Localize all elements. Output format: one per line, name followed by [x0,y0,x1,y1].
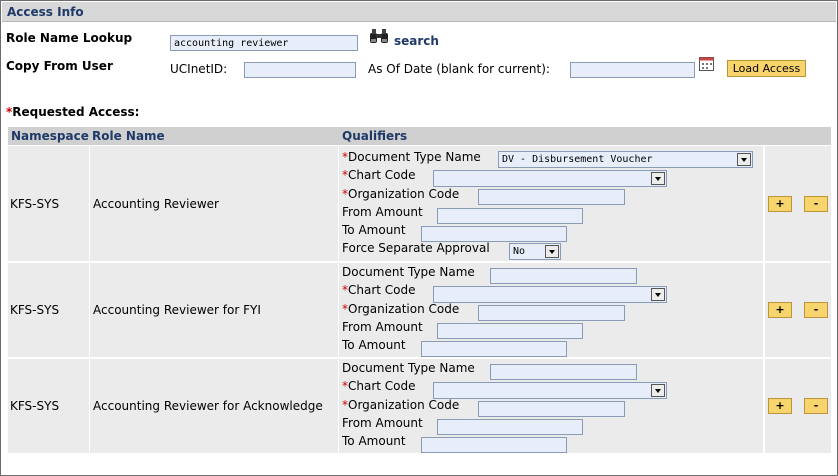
row1-org-code-label: *Organization Code [342,187,460,201]
role-name-input[interactable]: accounting reviewer [170,35,358,51]
row1-to-amount-input[interactable] [421,226,567,242]
ucinetid-label: UCInetID: [170,62,228,76]
row1-remove-button[interactable]: - [804,196,828,212]
row2-org-code-label: *Organization Code [342,302,460,316]
section-title: Access Info [2,2,836,22]
row3-remove-button[interactable]: - [804,398,828,414]
chevron-down-icon [651,288,665,301]
row2-remove-button[interactable]: - [804,302,828,318]
row1-add-button[interactable]: + [768,196,792,212]
row2-doc-type-input[interactable] [490,268,637,284]
row1-org-code-input[interactable] [478,189,625,205]
row1-role-name: Accounting Reviewer [93,197,219,211]
col-header-actions [765,127,831,145]
row3-add-button[interactable]: + [768,398,792,414]
requested-access-label: Requested Access: [12,105,140,119]
row1-force-approval-select[interactable]: No [509,243,561,260]
asof-date-input[interactable] [570,62,695,78]
row3-to-amount-label: To Amount [342,434,406,448]
row2-chart-code-label: *Chart Code [342,283,416,297]
chevron-down-icon [651,172,665,185]
row3-namespace: KFS-SYS [10,399,60,413]
row1-to-amount-label: To Amount [342,223,406,237]
col-header-qualifiers: Qualifiers [339,127,765,145]
row2-chart-code-select[interactable] [433,286,667,303]
row2-to-amount-label: To Amount [342,338,406,352]
row1-doc-type-label: *Document Type Name [342,150,481,164]
row3-org-code-label: *Organization Code [342,398,460,412]
chevron-down-icon [737,153,751,166]
row2-doc-type-label: Document Type Name [342,265,475,279]
chevron-down-icon [651,384,665,397]
row3-doc-type-label: Document Type Name [342,361,475,375]
row1-from-amount-label: From Amount [342,205,423,219]
row1-force-approval-label: Force Separate Approval [342,241,490,255]
load-access-button[interactable]: Load Access [727,60,806,77]
row2-add-button[interactable]: + [768,302,792,318]
copy-from-label: Copy From User [6,59,113,73]
row1-chart-code-select[interactable] [433,170,667,187]
row2-from-amount-input[interactable] [437,323,583,339]
asof-date-label: As Of Date (blank for current): [368,62,550,76]
row3-chart-code-label: *Chart Code [342,379,416,393]
row2-role-name: Accounting Reviewer for FYI [93,303,261,317]
row1-namespace: KFS-SYS [10,197,60,211]
ucinetid-input[interactable] [244,62,356,78]
chevron-down-icon [545,245,559,258]
row3-doc-type-input[interactable] [490,364,637,380]
role-lookup-label: Role Name Lookup [6,31,133,45]
row2-namespace: KFS-SYS [10,303,60,317]
col-header-namespace: Namespace [8,127,89,145]
col-header-role-name: Role Name [89,127,339,145]
row1-chart-code-label: *Chart Code [342,168,416,182]
row3-org-code-input[interactable] [478,401,625,417]
row3-role-name: Accounting Reviewer for Acknowledge [93,399,323,413]
row3-chart-code-select[interactable] [433,382,667,399]
calendar-icon[interactable] [699,56,714,71]
requested-access-heading: *Requested Access: [6,105,139,119]
row2-org-code-input[interactable] [478,305,625,321]
row2-from-amount-label: From Amount [342,320,423,334]
search-link[interactable]: search [394,34,439,48]
access-info-panel: Access Info Role Name Lookup accounting … [0,0,838,476]
row1-from-amount-input[interactable] [437,208,583,224]
row3-to-amount-input[interactable] [421,437,567,453]
row3-from-amount-label: From Amount [342,416,423,430]
row1-doc-type-select[interactable]: DV - Disbursement Voucher [498,151,753,168]
binoculars-icon[interactable] [369,28,389,44]
row3-from-amount-input[interactable] [437,419,583,435]
row2-to-amount-input[interactable] [421,341,567,357]
